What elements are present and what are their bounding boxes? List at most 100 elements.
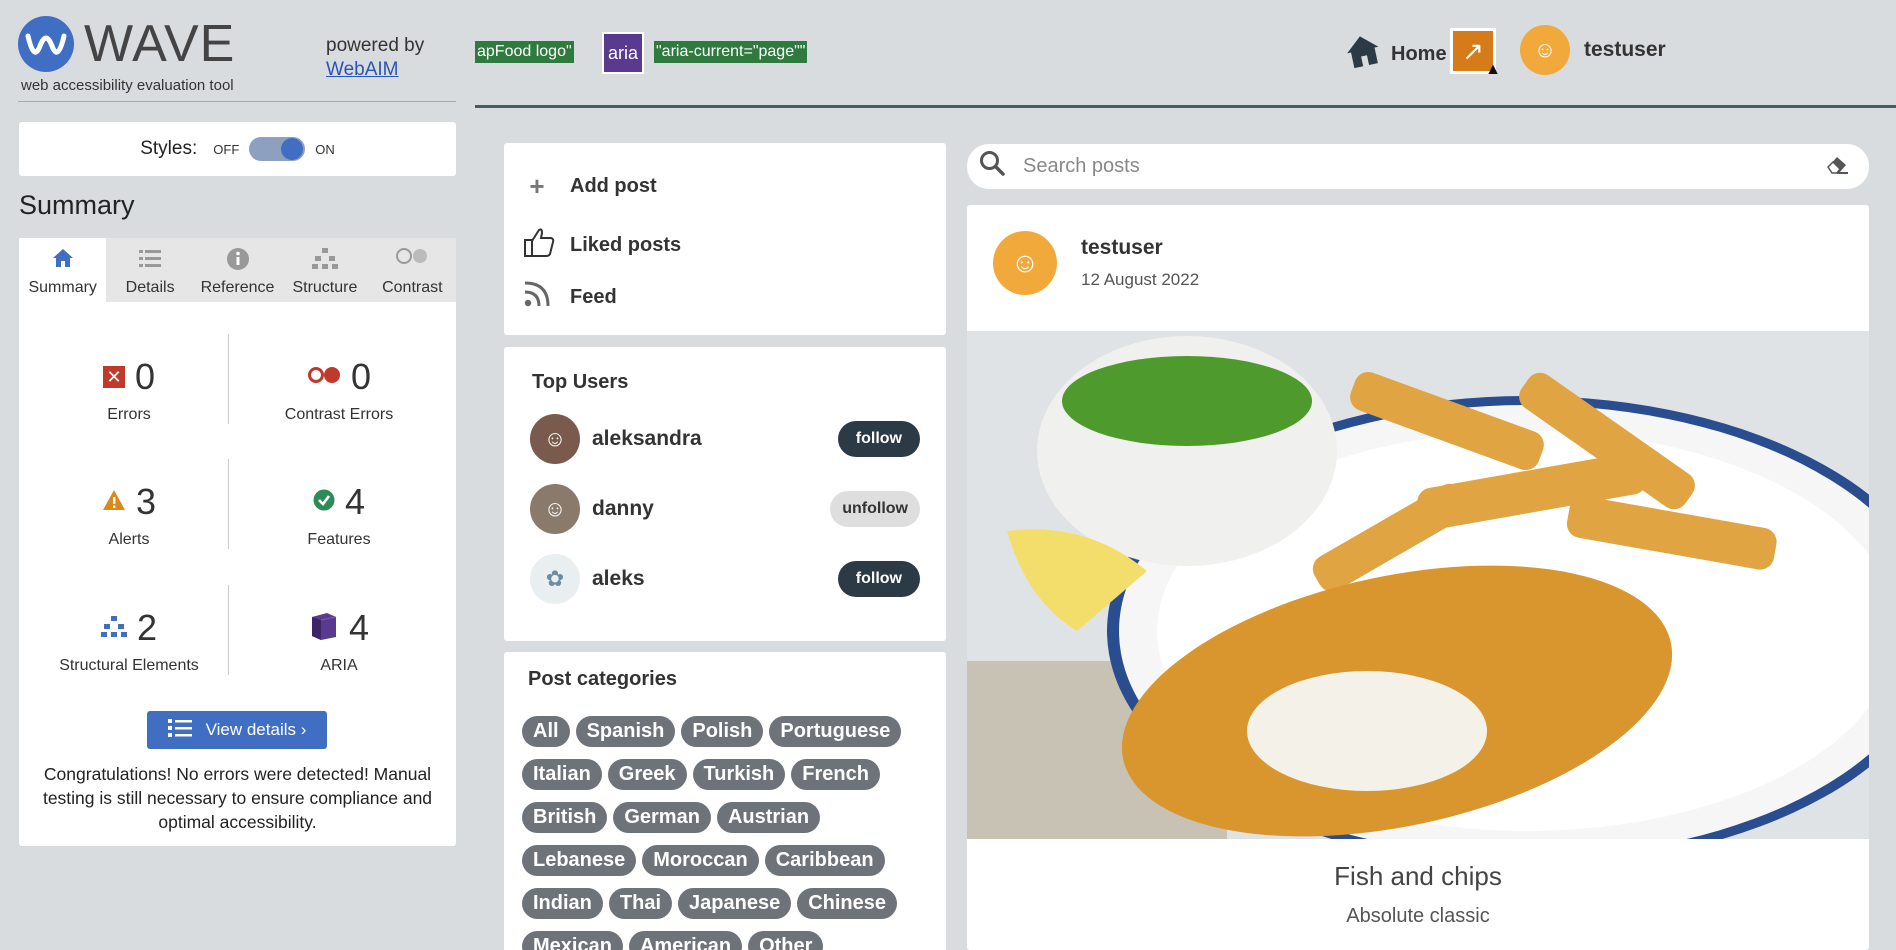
- top-users-title: Top Users: [532, 371, 629, 393]
- wave-annotation-tag[interactable]: "aria-current="page"": [654, 41, 808, 63]
- styles-toggle[interactable]: [249, 137, 306, 161]
- category-list: All Spanish Polish Portuguese Italian Greek Tu…: [522, 716, 932, 950]
- search-bar: Search posts: [967, 144, 1869, 189]
- user-name[interactable]: aleks: [592, 567, 838, 591]
- powered-by: powered by WebAIM: [326, 34, 424, 82]
- tab-label: Structure: [292, 279, 358, 296]
- feature-label: Features: [307, 531, 371, 548]
- category-chip[interactable]: Caribbean: [764, 845, 885, 876]
- wave-annotation-tag[interactable]: apFood logo": [475, 41, 574, 63]
- tab-contrast[interactable]: Contrast: [369, 238, 456, 302]
- liked-posts-link[interactable]: Liked posts: [522, 225, 681, 266]
- contrast-icon: [396, 247, 428, 271]
- category-chip[interactable]: Indian: [522, 888, 603, 919]
- category-chip[interactable]: German: [613, 802, 711, 833]
- search-icon[interactable]: [979, 150, 1009, 183]
- category-chip[interactable]: Japanese: [678, 888, 792, 919]
- tab-label: Contrast: [382, 279, 443, 296]
- stat-features[interactable]: 4 Features: [239, 481, 439, 549]
- nav-home-link[interactable]: Home: [1345, 33, 1447, 75]
- thumbs-up-icon: [522, 225, 555, 266]
- contrast-error-icon: [307, 366, 341, 389]
- category-chip[interactable]: Italian: [522, 759, 602, 790]
- nav-username: testuser: [1584, 38, 1666, 61]
- stat-errors[interactable]: ✕ 0 Errors: [29, 356, 229, 424]
- user-name[interactable]: aleksandra: [592, 427, 838, 451]
- categories-card: Post categories All Spanish Polish Portugue…: [504, 652, 946, 950]
- top-users-card: Top Users ☺ aleksandra follow ☺ danny un…: [504, 347, 946, 641]
- category-chip[interactable]: Lebanese: [522, 845, 637, 876]
- post-card: ☺ testuser 12 August 2022 Fish and chips…: [967, 205, 1869, 950]
- rss-icon: [522, 279, 552, 316]
- external-link-icon: ↗: [1462, 35, 1484, 66]
- stat-structural[interactable]: 2 Structural Elements: [29, 607, 229, 675]
- category-chip[interactable]: Chinese: [797, 888, 897, 919]
- category-chip[interactable]: British: [522, 802, 608, 833]
- list-item: ✿ aleks follow: [530, 553, 920, 605]
- follow-button[interactable]: follow: [837, 421, 920, 457]
- list-icon: [167, 718, 192, 743]
- category-chip[interactable]: Austrian: [716, 802, 821, 833]
- category-chip[interactable]: Portuguese: [769, 716, 902, 747]
- stat-contrast-errors[interactable]: 0 Contrast Errors: [239, 356, 439, 424]
- avatar[interactable]: ☺: [530, 484, 580, 534]
- tab-label: Summary: [28, 279, 97, 296]
- nav-user-link[interactable]: ☺ testuser: [1520, 25, 1666, 75]
- tab-structure[interactable]: Structure: [281, 238, 368, 302]
- tab-label: Details: [125, 279, 175, 296]
- feature-count: 4: [344, 481, 366, 522]
- post-image[interactable]: [967, 331, 1869, 839]
- site-header: apFood logo" aria "aria-current="page"" …: [475, 0, 1896, 108]
- tab-label: Reference: [200, 279, 275, 296]
- category-chip[interactable]: Other: [748, 931, 824, 950]
- category-chip[interactable]: Polish: [681, 716, 764, 747]
- search-input[interactable]: Search posts: [1023, 155, 1825, 178]
- avatar[interactable]: ✿: [530, 554, 580, 604]
- feed-label: Feed: [570, 286, 617, 308]
- list-icon: [138, 247, 162, 271]
- category-chip[interactable]: Thai: [608, 888, 673, 919]
- tab-details[interactable]: Details: [106, 238, 193, 302]
- aria-label: ARIA: [320, 657, 358, 674]
- info-icon: [226, 247, 250, 271]
- list-item: ☺ danny unfollow: [530, 483, 920, 535]
- category-chip[interactable]: American: [628, 931, 743, 950]
- webaim-link[interactable]: WebAIM: [326, 58, 424, 82]
- contrast-error-count: 0: [350, 356, 372, 397]
- tab-summary[interactable]: Summary: [19, 238, 107, 302]
- menu-card: + Add post Liked posts Feed: [504, 143, 946, 335]
- structure-icon: [100, 615, 127, 642]
- add-post-link[interactable]: + Add post: [522, 171, 657, 202]
- stat-aria[interactable]: 4 ARIA: [239, 607, 439, 675]
- view-details-button[interactable]: View details ›: [147, 711, 327, 749]
- stat-alerts[interactable]: 3 Alerts: [29, 481, 229, 549]
- link-alert-icon[interactable]: ↗ ▲: [1450, 28, 1501, 78]
- avatar[interactable]: ☺: [530, 414, 580, 464]
- clear-search-icon[interactable]: [1825, 153, 1849, 181]
- add-post-label: Add post: [570, 175, 657, 197]
- powered-by-label: powered by: [326, 35, 425, 56]
- avatar[interactable]: ☺: [993, 231, 1057, 295]
- feed-link[interactable]: Feed: [522, 279, 617, 316]
- alert-icon: [102, 489, 126, 516]
- category-chip[interactable]: All: [522, 716, 570, 747]
- styles-off-label: OFF: [213, 141, 240, 157]
- unfollow-button[interactable]: unfollow: [830, 491, 920, 527]
- toggle-knob: [281, 138, 304, 160]
- category-chip[interactable]: Moroccan: [642, 845, 759, 876]
- category-chip[interactable]: Greek: [607, 759, 687, 790]
- post-author[interactable]: testuser: [1081, 236, 1199, 260]
- category-chip[interactable]: Turkish: [692, 759, 786, 790]
- wave-logo[interactable]: [18, 16, 74, 72]
- structural-label: Structural Elements: [59, 657, 199, 674]
- aria-badge-icon[interactable]: aria: [602, 32, 644, 74]
- user-name[interactable]: danny: [592, 497, 830, 521]
- wave-tabs: Summary Details Reference Structure Cont…: [19, 238, 456, 302]
- category-chip[interactable]: Mexican: [522, 931, 623, 950]
- follow-button[interactable]: follow: [837, 561, 920, 597]
- tab-reference[interactable]: Reference: [194, 238, 281, 302]
- category-chip[interactable]: Spanish: [575, 716, 676, 747]
- wave-brand: WAVE: [84, 15, 236, 73]
- category-chip[interactable]: French: [791, 759, 880, 790]
- avatar: ☺: [1520, 25, 1570, 75]
